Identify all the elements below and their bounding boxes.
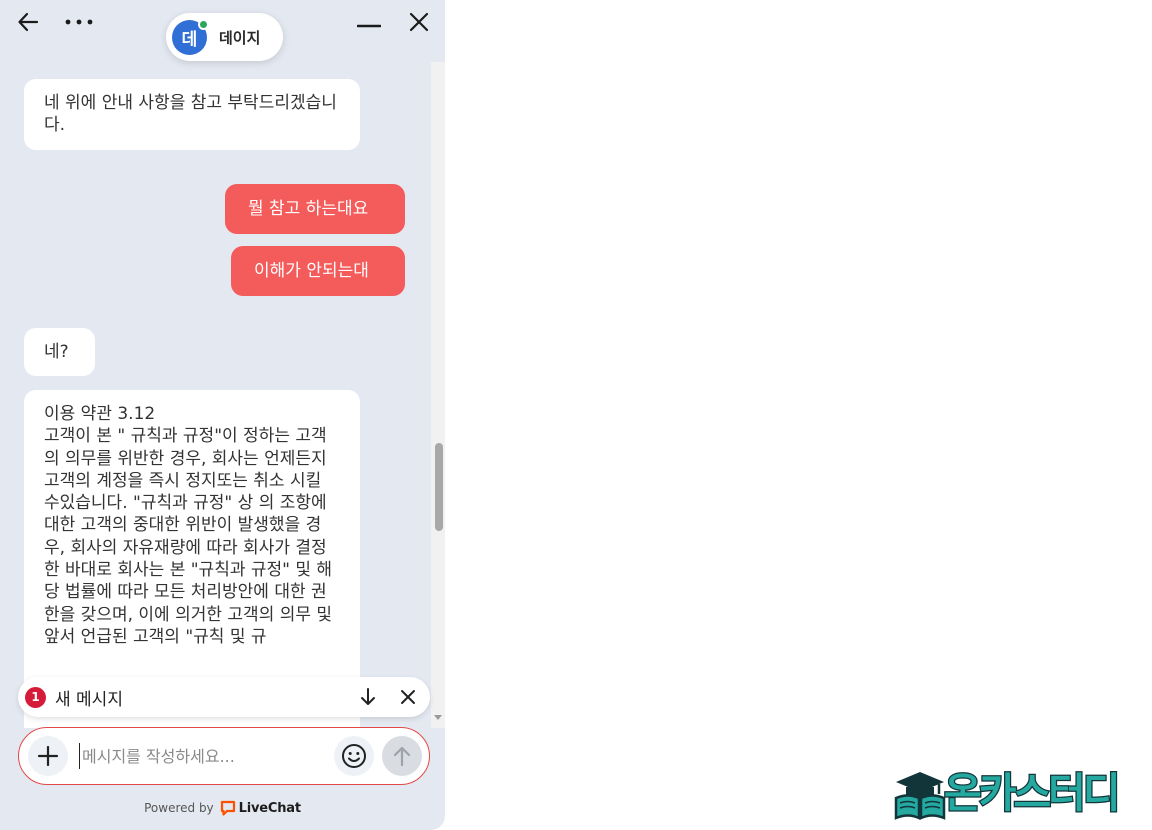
agent-info: 데 데이지 <box>166 13 283 61</box>
scrollbar[interactable] <box>431 62 445 728</box>
message-input[interactable] <box>79 743 334 769</box>
dismiss-notice-icon[interactable] <box>396 685 420 709</box>
scroll-down-arrow-icon[interactable] <box>434 715 442 720</box>
message-composer <box>18 727 430 785</box>
online-status-dot <box>198 18 209 30</box>
new-message-label: 새 메시지 <box>55 689 123 710</box>
scrollbar-thumb[interactable] <box>435 443 443 531</box>
minimize-icon[interactable] <box>351 4 387 40</box>
chat-widget: 데 데이지 네 위에 안내 사항을 참고 부탁드리겠습니다. 뭘 참고 하는대요… <box>0 0 445 830</box>
add-attachment-button[interactable] <box>28 736 68 776</box>
watermark-text: 온카스터디 <box>943 768 1122 819</box>
livechat-icon <box>220 800 235 816</box>
chat-header: 데 데이지 <box>0 0 445 62</box>
agent-message: 네? <box>24 328 95 377</box>
message-list: 네 위에 안내 사항을 참고 부탁드리겠습니다. 뭘 참고 하는대요 이해가 안… <box>0 62 431 728</box>
avatar-letter: 데 <box>181 29 198 50</box>
agent-message: 네 위에 안내 사항을 참고 부탁드리겠습니다. <box>24 79 360 150</box>
livechat-logo: LiveChat <box>220 800 301 816</box>
powered-by-label: Powered by <box>144 801 214 815</box>
send-button[interactable] <box>382 736 422 776</box>
graduation-book-icon <box>894 772 946 820</box>
back-arrow-icon[interactable] <box>10 4 46 40</box>
scroll-to-bottom-icon[interactable] <box>356 685 380 709</box>
user-message: 뭘 참고 하는대요 <box>225 184 405 235</box>
avatar: 데 <box>172 18 209 55</box>
more-options-icon[interactable] <box>61 4 97 40</box>
watermark-logo: 온카스터디 <box>892 766 1148 822</box>
close-icon[interactable] <box>401 4 437 40</box>
agent-name: 데이지 <box>219 28 261 47</box>
user-message: 이해가 안되는대 <box>231 246 405 297</box>
emoji-button[interactable] <box>334 736 374 776</box>
unread-count-badge: 1 <box>25 686 46 708</box>
screen: 데 데이지 네 위에 안내 사항을 참고 부탁드리겠습니다. 뭘 참고 하는대요… <box>0 0 1152 830</box>
new-message-notice[interactable]: 1 새 메시지 <box>18 677 430 717</box>
powered-by-footer[interactable]: Powered by LiveChat <box>0 796 445 820</box>
livechat-brand: LiveChat <box>238 800 301 816</box>
